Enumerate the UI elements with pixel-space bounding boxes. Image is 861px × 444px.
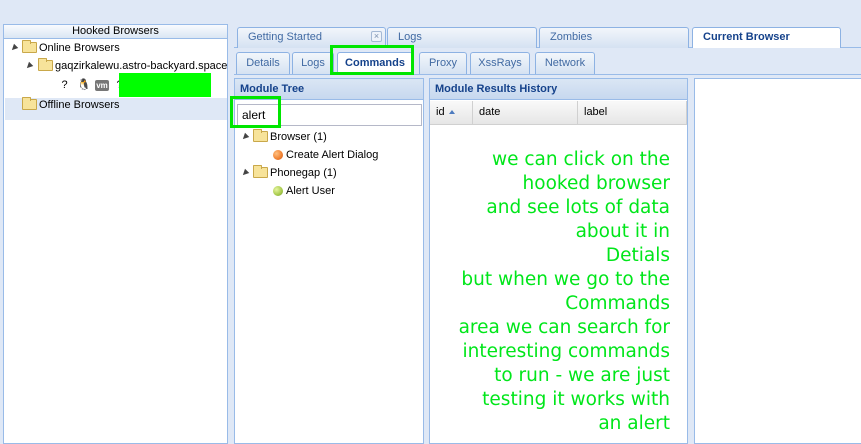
tab-label: Logs	[398, 31, 422, 43]
column-header-label[interactable]: label	[578, 101, 687, 124]
redaction-box	[119, 73, 211, 97]
tab-current-browser[interactable]: Current Browser	[692, 27, 841, 49]
commands-tab-highlight-box	[330, 45, 414, 75]
tree-node-browser-group[interactable]: Browser (1)	[235, 128, 421, 146]
column-header-id[interactable]: id	[430, 101, 473, 124]
results-grid-header: id date label	[430, 101, 687, 125]
close-icon[interactable]: ×	[371, 31, 382, 42]
tab-network[interactable]: Network	[535, 52, 595, 74]
tab-label: Getting Started	[248, 31, 322, 43]
tab-label: Current Browser	[703, 31, 790, 43]
group-label: Phonegap (1)	[270, 167, 337, 179]
search-highlight-box	[230, 96, 281, 128]
folder-icon	[253, 165, 268, 178]
column-header-date[interactable]: date	[473, 101, 578, 124]
group-label: Browser (1)	[270, 131, 327, 143]
expand-arrow-icon[interactable]	[240, 168, 250, 178]
tab-logs-sub[interactable]: Logs	[292, 52, 334, 74]
linux-tux-icon: 🐧	[77, 79, 91, 91]
unknown-browser-icon: ?	[61, 79, 68, 91]
tab-label: Zombies	[550, 31, 593, 43]
annotation-text: we can click on the hooked browser and s…	[458, 149, 670, 434]
vm-icon: vm	[95, 80, 109, 91]
tab-xssrays[interactable]: XssRays	[470, 52, 530, 74]
status-orange-icon	[273, 150, 283, 160]
folder-icon	[253, 129, 268, 142]
expand-arrow-icon[interactable]	[9, 43, 19, 53]
module-tree-panel: Module Tree Browser (1) Create Alert Dia…	[234, 78, 424, 444]
module-label: Create Alert Dialog	[286, 149, 379, 161]
tab-zombies[interactable]: Zombies	[539, 27, 689, 48]
command-detail-panel	[694, 78, 861, 444]
status-green-icon	[273, 186, 283, 196]
main-tab-bar: Getting Started × Logs Zombies Current B…	[234, 24, 861, 49]
tab-proxy[interactable]: Proxy	[419, 52, 467, 74]
results-title: Module Results History	[430, 79, 687, 100]
tree-node-phonegap-group[interactable]: Phonegap (1)	[235, 164, 421, 182]
tree-node-online-browsers[interactable]: Online Browsers	[4, 39, 224, 57]
offline-browsers-label: Offline Browsers	[39, 99, 120, 111]
module-alert-user[interactable]: Alert User	[235, 182, 421, 200]
expand-arrow-icon[interactable]	[240, 132, 250, 142]
sub-tab-bar: Details Logs Commands Proxy XssRays Netw…	[234, 48, 861, 75]
column-label: id	[436, 106, 445, 118]
hooked-browsers-title: Hooked Browsers	[4, 25, 227, 39]
folder-icon	[38, 58, 53, 71]
module-label: Alert User	[286, 185, 335, 197]
module-create-alert-dialog[interactable]: Create Alert Dialog	[235, 146, 421, 164]
tree-node-offline-browsers[interactable]: Offline Browsers	[4, 96, 224, 114]
tab-details[interactable]: Details	[236, 52, 290, 74]
folder-icon	[22, 97, 37, 110]
online-browsers-label: Online Browsers	[39, 42, 120, 54]
sort-ascending-icon	[448, 110, 455, 115]
folder-icon	[22, 40, 37, 53]
expand-arrow-icon[interactable]	[24, 61, 34, 71]
